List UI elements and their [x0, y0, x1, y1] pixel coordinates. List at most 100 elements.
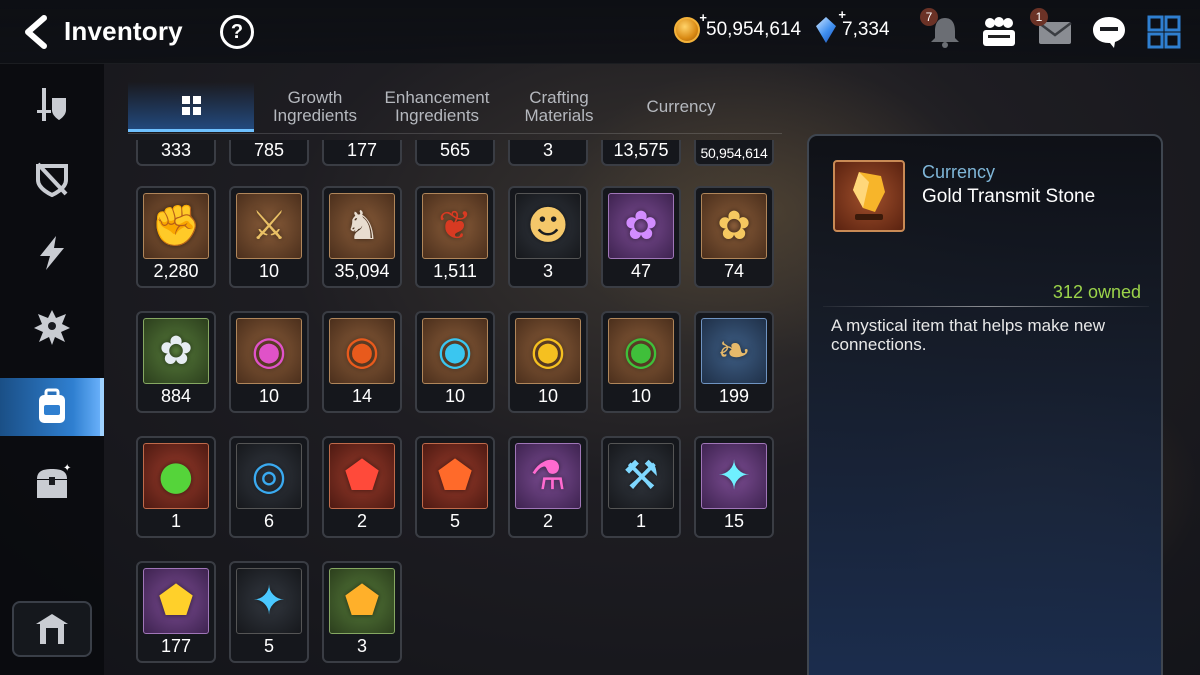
item-frame: ◉	[515, 318, 581, 384]
item-count: 2	[356, 511, 367, 531]
item-count: 1	[170, 511, 181, 531]
red-rune-icon: ◉	[344, 328, 380, 374]
burst-figure-icon	[34, 310, 70, 345]
notification-button[interactable]: 7	[920, 8, 964, 50]
team-button[interactable]	[980, 14, 1018, 50]
sidebar-item-artifacts[interactable]	[0, 150, 104, 208]
item-slot[interactable]: 565	[415, 140, 495, 166]
item-frame: ⚒	[608, 443, 674, 509]
help-button[interactable]: ?	[220, 15, 254, 49]
tab-currency[interactable]: Currency	[622, 82, 740, 132]
item-slot[interactable]: 785	[229, 140, 309, 166]
tab-crafting-materials[interactable]: Crafting Materials	[500, 82, 618, 132]
item-frame: ●	[143, 443, 209, 509]
item-slot[interactable]: ✿ 74	[694, 186, 774, 288]
item-slot[interactable]: 3	[508, 140, 588, 166]
crystal-resource[interactable]: + 7,334	[816, 7, 890, 43]
item-frame: ✿	[608, 193, 674, 259]
sidebar-item-catalysts[interactable]	[0, 224, 104, 282]
item-slot[interactable]: 333	[136, 140, 216, 166]
team-icon	[983, 17, 1015, 46]
sidebar: ✦	[0, 64, 104, 675]
hammer-stone-icon: ⬟	[437, 453, 473, 499]
menu-button[interactable]	[1146, 14, 1184, 50]
sidebar-item-chests[interactable]: ✦	[0, 454, 104, 512]
item-slot[interactable]: 13,575	[601, 140, 681, 166]
item-slot[interactable]: ◉ 10	[415, 311, 495, 413]
fist-emblem-icon: ✊	[151, 203, 201, 249]
item-slot[interactable]: ⬟ 3	[322, 561, 402, 663]
item-description: A mystical item that helps make new conn…	[831, 316, 1106, 354]
item-slot[interactable]: ❦ 1,511	[415, 186, 495, 288]
item-frame: ⚗	[515, 443, 581, 509]
back-button[interactable]	[18, 12, 54, 52]
item-count: 15	[723, 511, 745, 531]
silver-flower-icon: ✿	[159, 328, 193, 374]
green-rune-icon: ◉	[623, 328, 659, 374]
item-count: 177	[160, 636, 192, 656]
tab-all[interactable]	[128, 82, 254, 132]
grid-menu-icon	[1147, 15, 1181, 49]
sidebar-item-equipment[interactable]	[0, 76, 104, 134]
cross-stone-icon: ✦	[717, 453, 751, 499]
yellow-rune-icon: ◉	[530, 328, 566, 374]
item-count: 6	[263, 511, 274, 531]
item-slot[interactable]: 177	[322, 140, 402, 166]
broken-shield-icon	[36, 162, 68, 198]
treasure-chest-icon: ✦	[37, 463, 71, 498]
item-count: 10	[258, 261, 280, 281]
item-count: 884	[160, 386, 192, 406]
item-slot[interactable]: ✊ 2,280	[136, 186, 216, 288]
blue-rune-icon: ◉	[437, 328, 473, 374]
sanctuary-button[interactable]	[12, 601, 92, 657]
crystal-amount: 7,334	[842, 19, 890, 40]
owned-count: 312 owned	[1052, 282, 1141, 302]
star-stone-icon: ✦	[252, 578, 286, 624]
knight-piece-icon: ♞	[344, 203, 380, 249]
tab-growth-ingredients[interactable]: Growth Ingredients	[256, 82, 374, 132]
item-count: 35,094	[334, 261, 390, 281]
orange-stone-icon: ⬟	[344, 578, 380, 624]
item-slot[interactable]: ☻ 3	[508, 186, 588, 288]
item-slot[interactable]: ⚒ 1	[601, 436, 681, 538]
item-count: 2,280	[153, 261, 199, 281]
backpack-icon	[39, 388, 65, 423]
mail-badge: 1	[1030, 8, 1048, 26]
chat-button[interactable]	[1090, 14, 1128, 50]
fish-icon: ❧	[717, 328, 751, 374]
item-frame: ◉	[608, 318, 674, 384]
item-slot[interactable]: ⬟ 2	[322, 436, 402, 538]
item-slot[interactable]: ⚔ 10	[229, 186, 309, 288]
gold-resource[interactable]: + 50,954,614	[674, 10, 801, 43]
item-slot[interactable]: ◉ 10	[601, 311, 681, 413]
item-slot[interactable]: ◉ 10	[508, 311, 588, 413]
item-slot[interactable]: ◉ 14	[322, 311, 402, 413]
hammer-rune-icon: ⚒	[623, 453, 659, 499]
item-slot[interactable]: ✦ 5	[229, 561, 309, 663]
pink-rune-icon: ◉	[251, 328, 287, 374]
tab-enhancement-ingredients[interactable]: Enhancement Ingredients	[378, 82, 496, 132]
item-count: 1,511	[433, 261, 477, 281]
item-slot[interactable]: ✿ 884	[136, 311, 216, 413]
item-slot[interactable]: ⚗ 2	[508, 436, 588, 538]
item-slot[interactable]: ⬟ 177	[136, 561, 216, 663]
item-slot[interactable]: ● 1	[136, 436, 216, 538]
item-frame: ✦	[236, 568, 302, 634]
sidebar-item-memory[interactable]	[0, 298, 104, 356]
mail-button[interactable]: 1	[1030, 8, 1074, 50]
sidebar-item-inventory[interactable]	[0, 378, 104, 436]
gold-coin-icon: +	[674, 10, 707, 43]
item-frame: ✿	[701, 193, 767, 259]
item-count: 10	[630, 386, 652, 406]
item-slot[interactable]: ✿ 47	[601, 186, 681, 288]
item-slot[interactable]: 50,954,614	[694, 140, 774, 166]
item-slot[interactable]: ◎ 6	[229, 436, 309, 538]
item-count: 74	[723, 261, 745, 281]
item-slot[interactable]: ❧ 199	[694, 311, 774, 413]
item-slot[interactable]: ⬟ 5	[415, 436, 495, 538]
item-detail-panel: Currency Gold Transmit Stone 312 owned A…	[807, 134, 1163, 675]
item-slot[interactable]: ◉ 10	[229, 311, 309, 413]
item-slot[interactable]: ✦ 15	[694, 436, 774, 538]
item-slot[interactable]: ♞ 35,094	[322, 186, 402, 288]
divider	[823, 306, 1149, 307]
